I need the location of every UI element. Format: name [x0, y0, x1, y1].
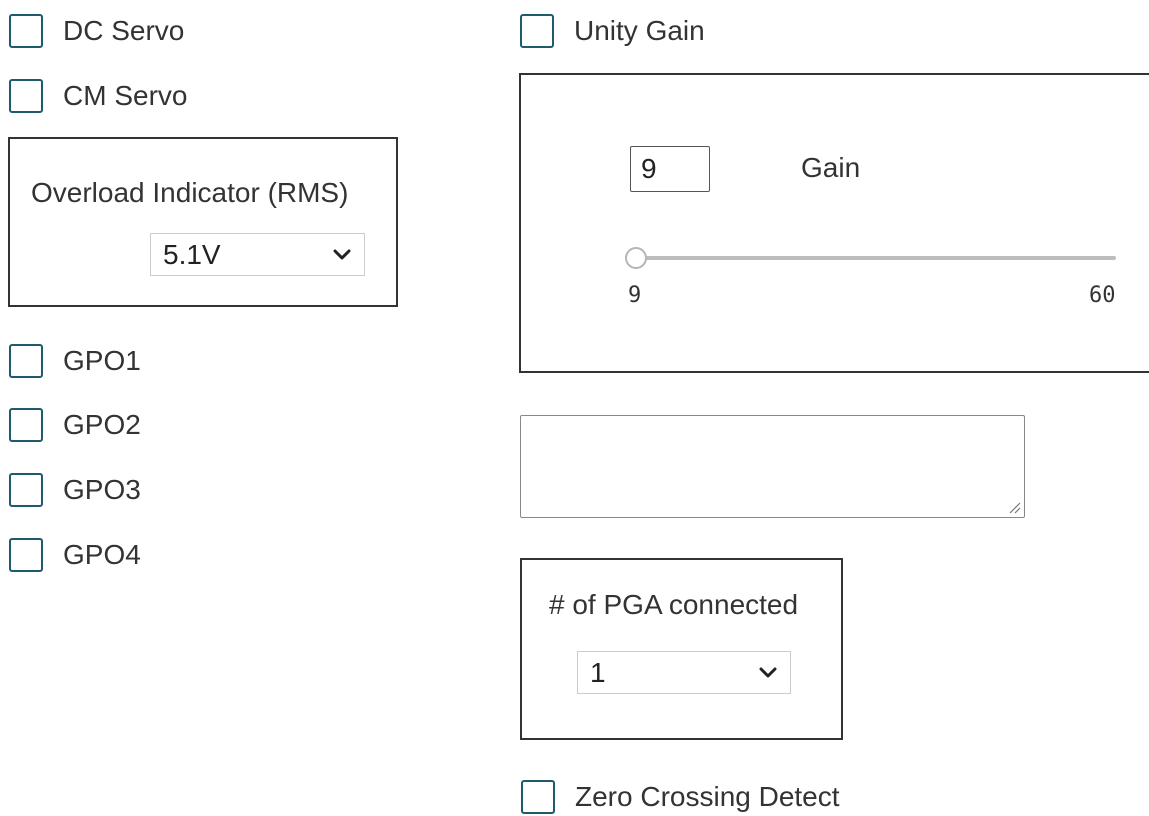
cm-servo-label: CM Servo — [63, 80, 188, 111]
gain-slider-min-label: 9 — [628, 283, 642, 308]
dc-servo-checkbox[interactable]: DC Servo — [9, 12, 184, 50]
dc-servo-label: DC Servo — [63, 15, 185, 46]
gpo4-label: GPO4 — [63, 539, 141, 570]
overload-indicator-value: 5.1V — [163, 238, 221, 270]
gpo3-checkbox[interactable]: GPO3 — [9, 471, 141, 509]
zero-crossing-detect-label: Zero Crossing Detect — [575, 781, 840, 812]
gpo4-checkbox-box[interactable] — [9, 538, 43, 572]
unity-gain-checkbox[interactable]: Unity Gain — [520, 12, 705, 50]
zero-crossing-detect-checkbox[interactable]: Zero Crossing Detect — [521, 778, 840, 816]
gpo1-label: GPO1 — [63, 345, 141, 376]
gain-label: Gain — [801, 152, 861, 183]
gpo2-checkbox-box[interactable] — [9, 408, 43, 442]
pga-connected-value: 1 — [590, 656, 606, 688]
gpo3-label: GPO3 — [63, 474, 141, 505]
gain-input[interactable] — [630, 146, 710, 192]
gpo1-checkbox[interactable]: GPO1 — [9, 342, 141, 380]
resize-grip-icon[interactable] — [1007, 500, 1021, 514]
gpo2-checkbox[interactable]: GPO2 — [9, 406, 141, 444]
notes-textarea[interactable] — [520, 415, 1025, 518]
cm-servo-checkbox[interactable]: CM Servo — [9, 77, 187, 115]
gpo2-label: GPO2 — [63, 409, 141, 440]
pga-connected-panel: # of PGA connected 1 — [520, 558, 843, 740]
overload-indicator-panel: Overload Indicator (RMS) 5.1V — [8, 137, 398, 307]
pga-connected-title: # of PGA connected — [549, 589, 799, 620]
overload-indicator-title: Overload Indicator (RMS) — [31, 177, 349, 208]
gain-slider-thumb[interactable] — [625, 247, 647, 269]
gain-slider-track[interactable] — [635, 256, 1116, 260]
zero-crossing-detect-checkbox-box[interactable] — [521, 780, 555, 814]
chevron-down-icon — [333, 249, 351, 259]
cm-servo-checkbox-box[interactable] — [9, 79, 43, 113]
gain-slider-max-label: 60 — [1089, 283, 1116, 308]
gpo4-checkbox[interactable]: GPO4 — [9, 536, 141, 574]
gpo3-checkbox-box[interactable] — [9, 473, 43, 507]
unity-gain-label: Unity Gain — [574, 15, 705, 46]
unity-gain-checkbox-box[interactable] — [520, 14, 554, 48]
gpo1-checkbox-box[interactable] — [9, 344, 43, 378]
chevron-down-icon — [759, 667, 777, 677]
overload-indicator-select[interactable]: 5.1V — [150, 233, 365, 276]
pga-connected-select[interactable]: 1 — [577, 651, 791, 694]
gain-panel: Gain 9 60 — [519, 73, 1149, 373]
dc-servo-checkbox-box[interactable] — [9, 14, 43, 48]
